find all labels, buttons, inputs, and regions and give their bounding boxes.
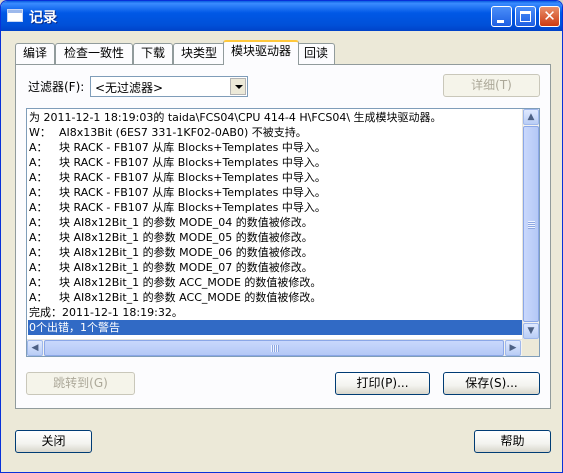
dropdown-button[interactable] <box>230 78 246 95</box>
tab-download[interactable]: 下载 <box>133 43 173 64</box>
log-window: 记录 ✕ 编译 检查一致性 下载 块类型 模块驱动器 回读 过滤器(F): <无… <box>0 0 563 473</box>
log-line[interactable]: W： AI8x13Bit (6ES7 331-1KF02-0AB0) 不被支持。 <box>28 125 522 140</box>
horizontal-scroll-thumb[interactable] <box>44 340 504 356</box>
log-line[interactable]: A： 块 RACK - FB107 从库 Blocks+Templates 中导入… <box>28 185 522 200</box>
save-button[interactable]: 保存(S)... <box>443 372 540 395</box>
chevron-down-icon <box>235 85 243 89</box>
details-button[interactable]: 详细(T) <box>443 74 540 97</box>
maximize-icon <box>520 11 531 22</box>
close-icon: ✕ <box>543 7 556 25</box>
log-line[interactable]: 为 2011-12-1 18:19:03的 taida\FCS04\CPU 41… <box>28 110 522 125</box>
log-line[interactable]: A： 块 AI8x12Bit_1 的参数 MODE_06 的数值被修改。 <box>28 245 522 260</box>
log-line-text: 为 2011-12-1 18:19:03的 taida\FCS04\CPU 41… <box>29 111 442 124</box>
log-line-text: 块 AI8x12Bit_1 的参数 MODE_06 的数值被修改。 <box>59 246 313 259</box>
log-line[interactable]: A： 块 AI8x12Bit_1 的参数 ACC_MODE 的数值被修改。 <box>28 290 522 305</box>
scroll-left-button[interactable]: ◀ <box>27 340 43 356</box>
log-line[interactable]: 完成：2011-12-1 18:19:32。 <box>28 305 522 320</box>
tab-readback[interactable]: 回读 <box>297 43 335 64</box>
scroll-down-button[interactable]: ▼ <box>523 323 539 339</box>
log-line-prefix: W： <box>29 126 51 139</box>
log-line-text: 完成：2011-12-1 18:19:32。 <box>29 306 183 319</box>
tab-module-drivers[interactable]: 模块驱动器 <box>223 40 299 65</box>
log-line-text: 块 RACK - FB107 从库 Blocks+Templates 中导入。 <box>59 141 326 154</box>
log-line-prefix: A： <box>29 291 48 304</box>
log-line-text: 块 RACK - FB107 从库 Blocks+Templates 中导入。 <box>59 171 326 184</box>
vertical-scroll-thumb[interactable] <box>523 126 539 322</box>
close-button[interactable]: 关闭 <box>15 430 92 453</box>
thumb-grip-icon <box>271 345 279 352</box>
maximize-button[interactable] <box>515 6 536 27</box>
log-line[interactable]: A： 块 RACK - FB107 从库 Blocks+Templates 中导入… <box>28 200 522 215</box>
log-line-prefix: A： <box>29 261 48 274</box>
log-line[interactable]: A： 块 AI8x12Bit_1 的参数 MODE_05 的数值被修改。 <box>28 230 522 245</box>
log-line-prefix: A： <box>29 186 48 199</box>
close-window-button[interactable]: ✕ <box>539 6 560 27</box>
log-line-text: 块 AI8x12Bit_1 的参数 MODE_05 的数值被修改。 <box>59 231 313 244</box>
log-line-text: 块 AI8x12Bit_1 的参数 MODE_04 的数值被修改。 <box>59 216 313 229</box>
window-title: 记录 <box>29 10 57 26</box>
log-line[interactable]: A： 块 RACK - FB107 从库 Blocks+Templates 中导入… <box>28 170 522 185</box>
log-line[interactable]: A： 块 RACK - FB107 从库 Blocks+Templates 中导入… <box>28 155 522 170</box>
log-line-prefix: A： <box>29 156 48 169</box>
help-button[interactable]: 帮助 <box>474 430 551 453</box>
log-line[interactable]: A： 块 AI8x12Bit_1 的参数 MODE_07 的数值被修改。 <box>28 260 522 275</box>
minimize-button[interactable] <box>491 6 512 27</box>
scroll-right-button[interactable]: ▶ <box>505 340 521 356</box>
log-line-text: 块 AI8x12Bit_1 的参数 ACC_MODE 的数值被修改。 <box>59 291 322 304</box>
log-list[interactable]: 为 2011-12-1 18:19:03的 taida\FCS04\CPU 41… <box>26 108 540 357</box>
minimize-icon <box>497 20 504 23</box>
log-line-prefix: A： <box>29 201 48 214</box>
scrollbar-corner <box>522 339 539 356</box>
log-line-prefix: A： <box>29 276 48 289</box>
log-line-text: 块 RACK - FB107 从库 Blocks+Templates 中导入。 <box>59 186 326 199</box>
log-line[interactable]: A： 块 RACK - FB107 从库 Blocks+Templates 中导入… <box>28 140 522 155</box>
print-button[interactable]: 打印(P)... <box>335 372 430 395</box>
tab-block-types[interactable]: 块类型 <box>173 43 225 64</box>
log-line[interactable]: 0个出错，1个警告 <box>28 320 522 335</box>
log-line-prefix: A： <box>29 216 48 229</box>
window-icon <box>7 9 23 22</box>
log-line-text: 块 RACK - FB107 从库 Blocks+Templates 中导入。 <box>59 156 326 169</box>
log-line[interactable]: A： 块 AI8x12Bit_1 的参数 MODE_04 的数值被修改。 <box>28 215 522 230</box>
log-line-text: 块 RACK - FB107 从库 Blocks+Templates 中导入。 <box>59 201 326 214</box>
filter-selected-value: <无过滤器> <box>95 81 164 95</box>
log-lines: 为 2011-12-1 18:19:03的 taida\FCS04\CPU 41… <box>28 110 522 335</box>
filter-select[interactable]: <无过滤器> <box>90 76 248 97</box>
vertical-scrollbar[interactable]: ▲ ▼ <box>522 109 539 340</box>
scroll-up-button[interactable]: ▲ <box>523 109 539 125</box>
log-line-prefix: A： <box>29 141 48 154</box>
tab-compile[interactable]: 编译 <box>15 43 55 64</box>
log-line-text: 块 AI8x12Bit_1 的参数 MODE_07 的数值被修改。 <box>59 261 313 274</box>
filter-label: 过滤器(F): <box>28 80 85 94</box>
log-line-text: 0个出错，1个警告 <box>29 321 120 334</box>
tab-panel: 过滤器(F): <无过滤器> 详细(T) 为 2011-12-1 18:19:0… <box>15 64 551 409</box>
log-line-prefix: A： <box>29 171 48 184</box>
log-line-prefix: A： <box>29 231 48 244</box>
log-line-prefix: A： <box>29 246 48 259</box>
thumb-grip-icon <box>528 221 535 229</box>
horizontal-scrollbar[interactable]: ◀ ▶ <box>27 339 522 356</box>
title-bar[interactable]: 记录 ✕ <box>1 1 562 31</box>
log-line-text: AI8x13Bit (6ES7 331-1KF02-0AB0) 不被支持。 <box>59 126 307 139</box>
goto-button[interactable]: 跳转到(G) <box>26 372 135 395</box>
log-line[interactable]: A： 块 AI8x12Bit_1 的参数 ACC_MODE 的数值被修改。 <box>28 275 522 290</box>
tab-consistency-check[interactable]: 检查一致性 <box>55 43 133 64</box>
log-line-text: 块 AI8x12Bit_1 的参数 ACC_MODE 的数值被修改。 <box>59 276 322 289</box>
